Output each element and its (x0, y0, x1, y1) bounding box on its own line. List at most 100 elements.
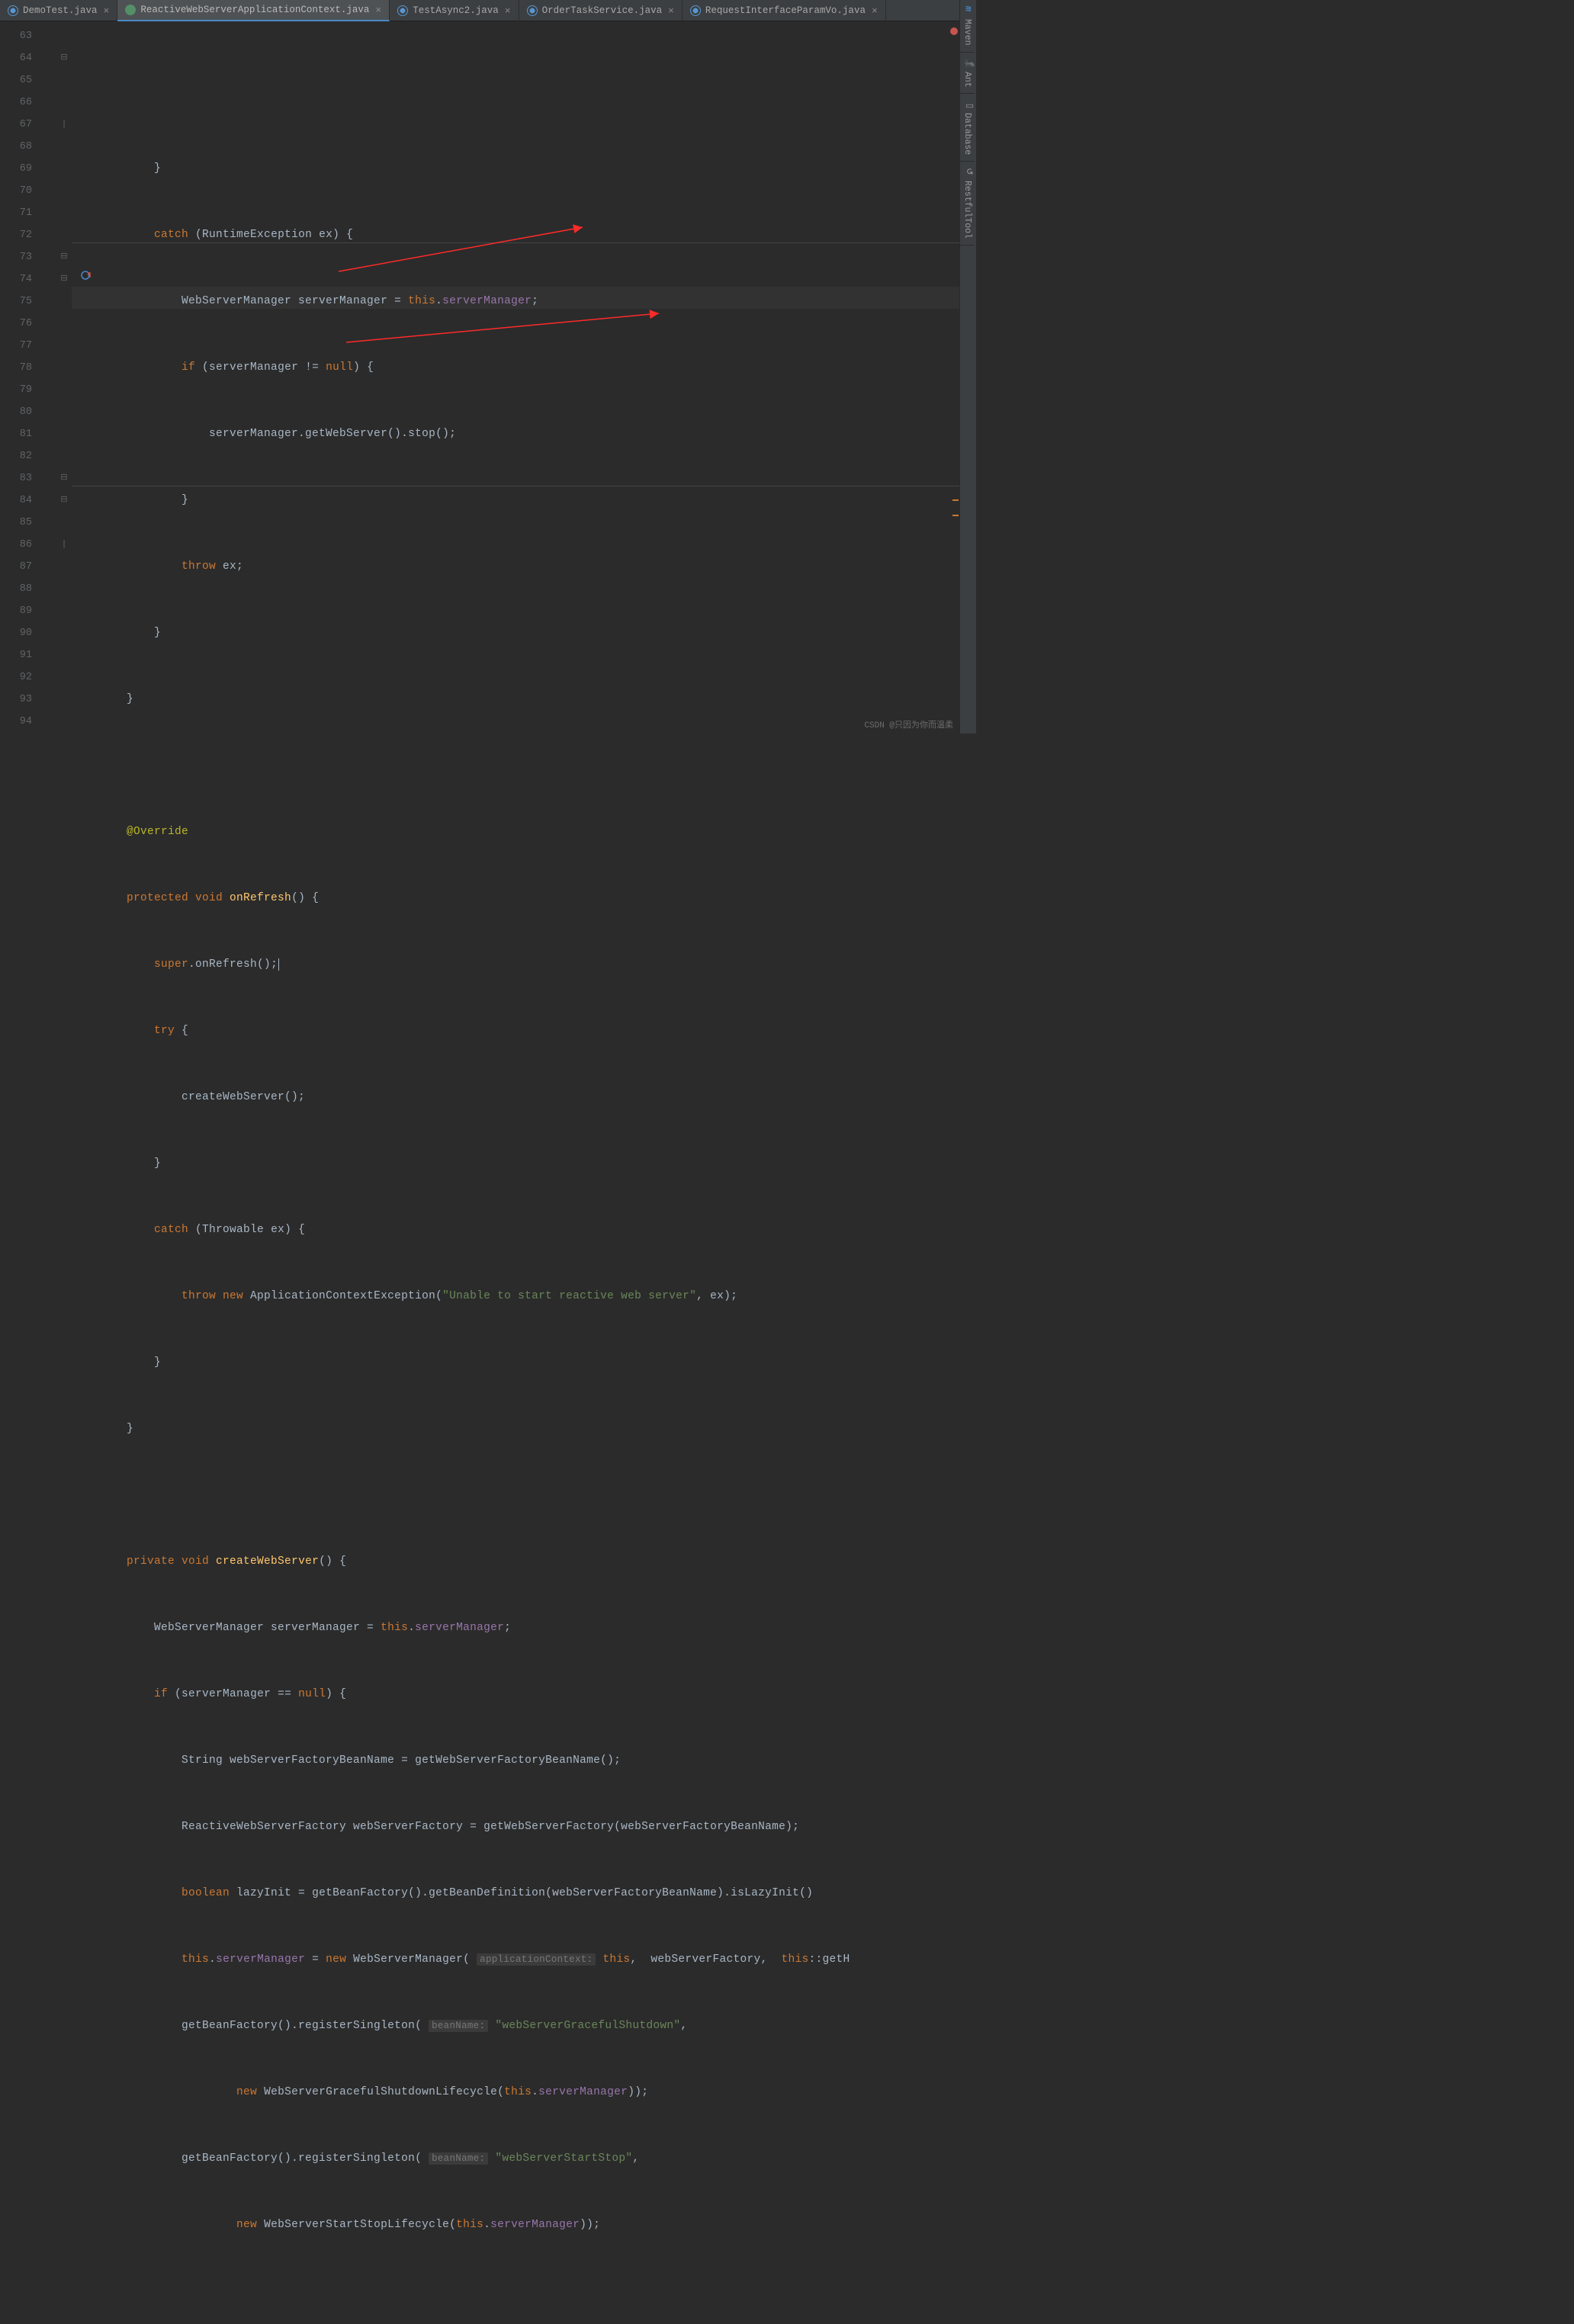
code-line: try { (72, 1020, 976, 1042)
editor-tabs: DemoTest.java × ReactiveWebServerApplicat… (0, 0, 976, 21)
fold-toggle (56, 313, 72, 335)
editor-area[interactable]: 6364656667686970717273747576777879808182… (0, 21, 976, 730)
annotation-arrow-icon (339, 307, 667, 353)
error-indicator-icon[interactable] (950, 27, 958, 35)
fold-toggle (56, 711, 72, 733)
tab-label: DemoTest.java (23, 5, 98, 16)
method-separator (72, 242, 976, 243)
fold-toggle[interactable]: ⊟ (56, 467, 72, 490)
fold-toggle (56, 556, 72, 578)
tool-maven[interactable]: mMaven (960, 0, 975, 53)
close-icon[interactable]: × (375, 5, 381, 16)
fold-toggle (56, 512, 72, 534)
line-number: 83 (0, 467, 32, 490)
fold-toggle (56, 290, 72, 313)
maven-icon: m (963, 6, 972, 15)
code-line: throw new ApplicationContextException("U… (72, 1286, 976, 1308)
code-line: } (72, 158, 976, 180)
fold-toggle (56, 379, 72, 401)
line-number: 86 (0, 534, 32, 556)
line-number: 74 (0, 268, 32, 290)
code-line: ReactiveWebServerFactory webServerFactor… (72, 1816, 976, 1838)
code-line: createWebServer(); (72, 1087, 976, 1109)
fold-toggle (56, 202, 72, 224)
fold-toggle[interactable]: ⊟ (56, 490, 72, 512)
line-number: 85 (0, 512, 32, 534)
code-line: getBeanFactory().registerSingleton( bean… (72, 2015, 976, 2037)
code-line: serverManager.getWebServer().stop(); (72, 423, 976, 445)
line-number: 87 (0, 556, 32, 578)
tool-ant[interactable]: 🐜Ant (960, 53, 975, 95)
close-icon[interactable]: × (104, 5, 110, 17)
fold-toggle (56, 158, 72, 180)
fold-column: ⊟|⊟⊟⊟⊟| (56, 21, 72, 730)
fold-toggle (56, 91, 72, 114)
code-line (72, 1485, 976, 1507)
code-line: throw ex; (72, 556, 976, 578)
close-icon[interactable]: × (872, 5, 878, 17)
code-line: new WebServerGracefulShutdownLifecycle(t… (72, 2082, 976, 2104)
line-number: 84 (0, 490, 32, 512)
line-number: 63 (0, 25, 32, 47)
tab-demotest[interactable]: DemoTest.java × (0, 0, 117, 21)
code-line: @Override (72, 821, 976, 843)
fold-toggle (56, 622, 72, 644)
code-line: } (72, 1418, 976, 1440)
code-line: String webServerFactoryBeanName = getWeb… (72, 1750, 976, 1772)
fold-toggle (56, 180, 72, 202)
fold-toggle[interactable]: ⊟ (56, 246, 72, 268)
line-number: 88 (0, 578, 32, 600)
code-line: } (72, 490, 976, 512)
code-line: } (72, 622, 976, 644)
tool-database[interactable]: ▭Database (960, 94, 975, 162)
tab-reactive-context[interactable]: ReactiveWebServerApplicationContext.java… (117, 0, 390, 21)
line-number: 81 (0, 423, 32, 445)
fold-toggle[interactable]: ⊟ (56, 47, 72, 69)
fold-toggle (56, 578, 72, 600)
code-line: } (72, 689, 976, 711)
fold-toggle (56, 401, 72, 423)
line-number: 69 (0, 158, 32, 180)
close-icon[interactable]: × (505, 5, 511, 17)
java-file-icon (8, 5, 18, 16)
line-number: 73 (0, 246, 32, 268)
fold-toggle (56, 689, 72, 711)
fold-toggle[interactable]: | (56, 534, 72, 556)
ant-icon: 🐜 (963, 59, 972, 68)
line-number: 76 (0, 313, 32, 335)
fold-toggle[interactable]: | (56, 114, 72, 136)
tool-restful[interactable]: ↺RestfulTool (960, 162, 975, 246)
line-number: 72 (0, 224, 32, 246)
java-file-icon (690, 5, 701, 16)
class-file-icon (125, 5, 136, 15)
code-line: super.onRefresh(); (72, 954, 976, 976)
code-line: WebServerManager serverManager = this.se… (72, 1617, 976, 1639)
code-line: boolean lazyInit = getBeanFactory().getB… (72, 1883, 976, 1905)
code-line: } (72, 1352, 976, 1374)
fold-toggle (56, 25, 72, 47)
fold-toggle (56, 136, 72, 158)
code-line: new WebServerStartStopLifecycle(this.ser… (72, 2214, 976, 2236)
fold-toggle (56, 357, 72, 379)
tab-label: OrderTaskService.java (542, 5, 663, 16)
code-content[interactable]: } catch (RuntimeException ex) { WebServe… (72, 21, 976, 730)
line-number: 92 (0, 666, 32, 689)
close-icon[interactable]: × (668, 5, 674, 17)
tab-requestvo[interactable]: RequestInterfaceParamVo.java × (683, 0, 886, 21)
restful-icon: ↺ (963, 168, 972, 177)
fold-toggle (56, 445, 72, 467)
tab-testasync2[interactable]: TestAsync2.java× (390, 0, 519, 21)
code-line: } (72, 1153, 976, 1175)
scroll-marker[interactable] (952, 515, 959, 516)
code-line: if (serverManager != null) { (72, 357, 976, 379)
line-number-gutter: 6364656667686970717273747576777879808182… (0, 21, 40, 730)
database-icon: ▭ (963, 100, 972, 109)
tab-label: ReactiveWebServerApplicationContext.java (140, 5, 369, 15)
fold-toggle[interactable]: ⊟ (56, 268, 72, 290)
code-line: WebServerManager serverManager = this.se… (72, 290, 976, 313)
tab-label: RequestInterfaceParamVo.java (705, 5, 866, 16)
gutter-icons (40, 21, 56, 730)
scroll-marker[interactable] (952, 499, 959, 501)
tab-ordertask[interactable]: OrderTaskService.java × (519, 0, 683, 21)
fold-toggle (56, 69, 72, 91)
